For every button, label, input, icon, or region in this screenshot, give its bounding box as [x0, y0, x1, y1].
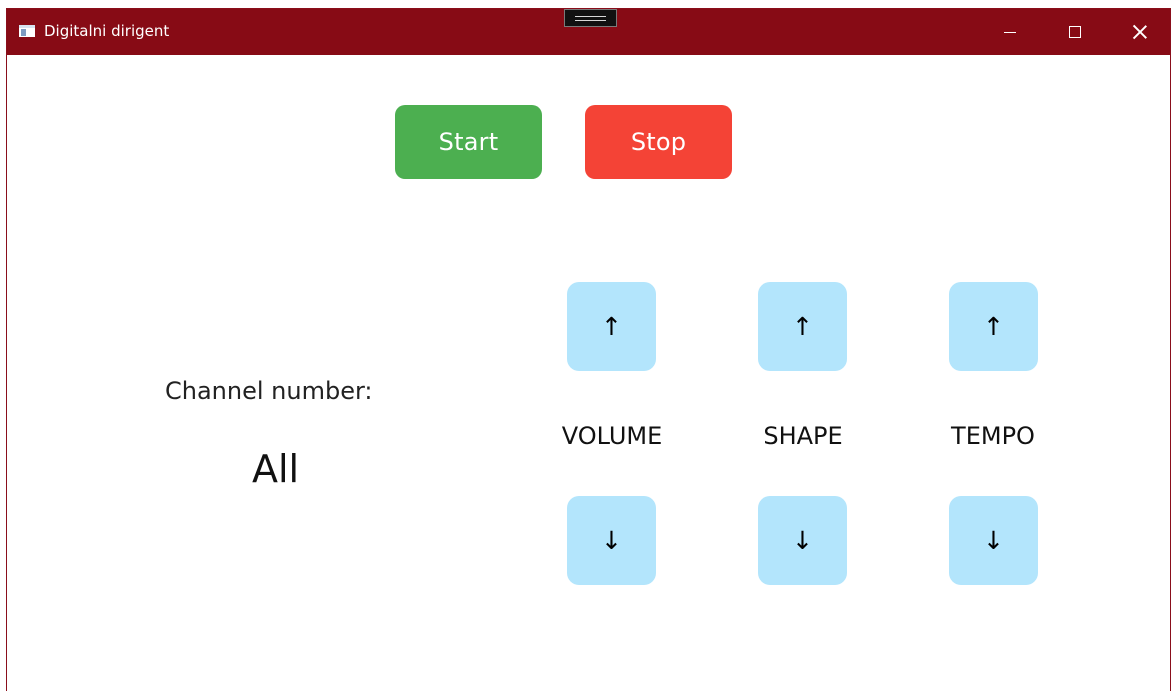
arrow-down-icon: ↓	[601, 526, 622, 555]
tempo-down-button[interactable]: ↓	[949, 496, 1038, 585]
window-title: Digitalni dirigent	[44, 22, 170, 40]
volume-up-button[interactable]: ↑	[567, 282, 656, 371]
arrow-up-icon: ↑	[983, 312, 1004, 341]
channel-number-value: All	[252, 447, 300, 491]
minimize-button[interactable]	[981, 9, 1039, 55]
shape-down-button[interactable]: ↓	[758, 496, 847, 585]
arrow-down-icon: ↓	[983, 526, 1004, 555]
minimize-icon	[1004, 31, 1016, 33]
tempo-label: TEMPO	[951, 422, 1035, 450]
arrow-up-icon: ↑	[792, 312, 813, 341]
shape-up-button[interactable]: ↑	[758, 282, 847, 371]
title-bar[interactable]: Digitalni dirigent	[7, 9, 1170, 55]
start-button[interactable]: Start	[395, 105, 542, 179]
window-grip-icon[interactable]	[564, 9, 617, 27]
volume-label: VOLUME	[561, 422, 663, 450]
main-content: Start Stop Channel number: All ↑ VOLUME …	[7, 55, 1170, 692]
close-icon	[1132, 24, 1148, 40]
close-button[interactable]	[1111, 9, 1169, 55]
app-icon	[19, 25, 35, 37]
tempo-up-button[interactable]: ↑	[949, 282, 1038, 371]
arrow-up-icon: ↑	[601, 312, 622, 341]
channel-number-label: Channel number:	[165, 377, 373, 405]
shape-label: SHAPE	[763, 422, 843, 450]
arrow-down-icon: ↓	[792, 526, 813, 555]
volume-down-button[interactable]: ↓	[567, 496, 656, 585]
maximize-button[interactable]	[1046, 9, 1104, 55]
maximize-icon	[1069, 26, 1081, 38]
app-window: Digitalni dirigent Start Stop Channel nu…	[6, 8, 1171, 692]
stop-button[interactable]: Stop	[585, 105, 732, 179]
